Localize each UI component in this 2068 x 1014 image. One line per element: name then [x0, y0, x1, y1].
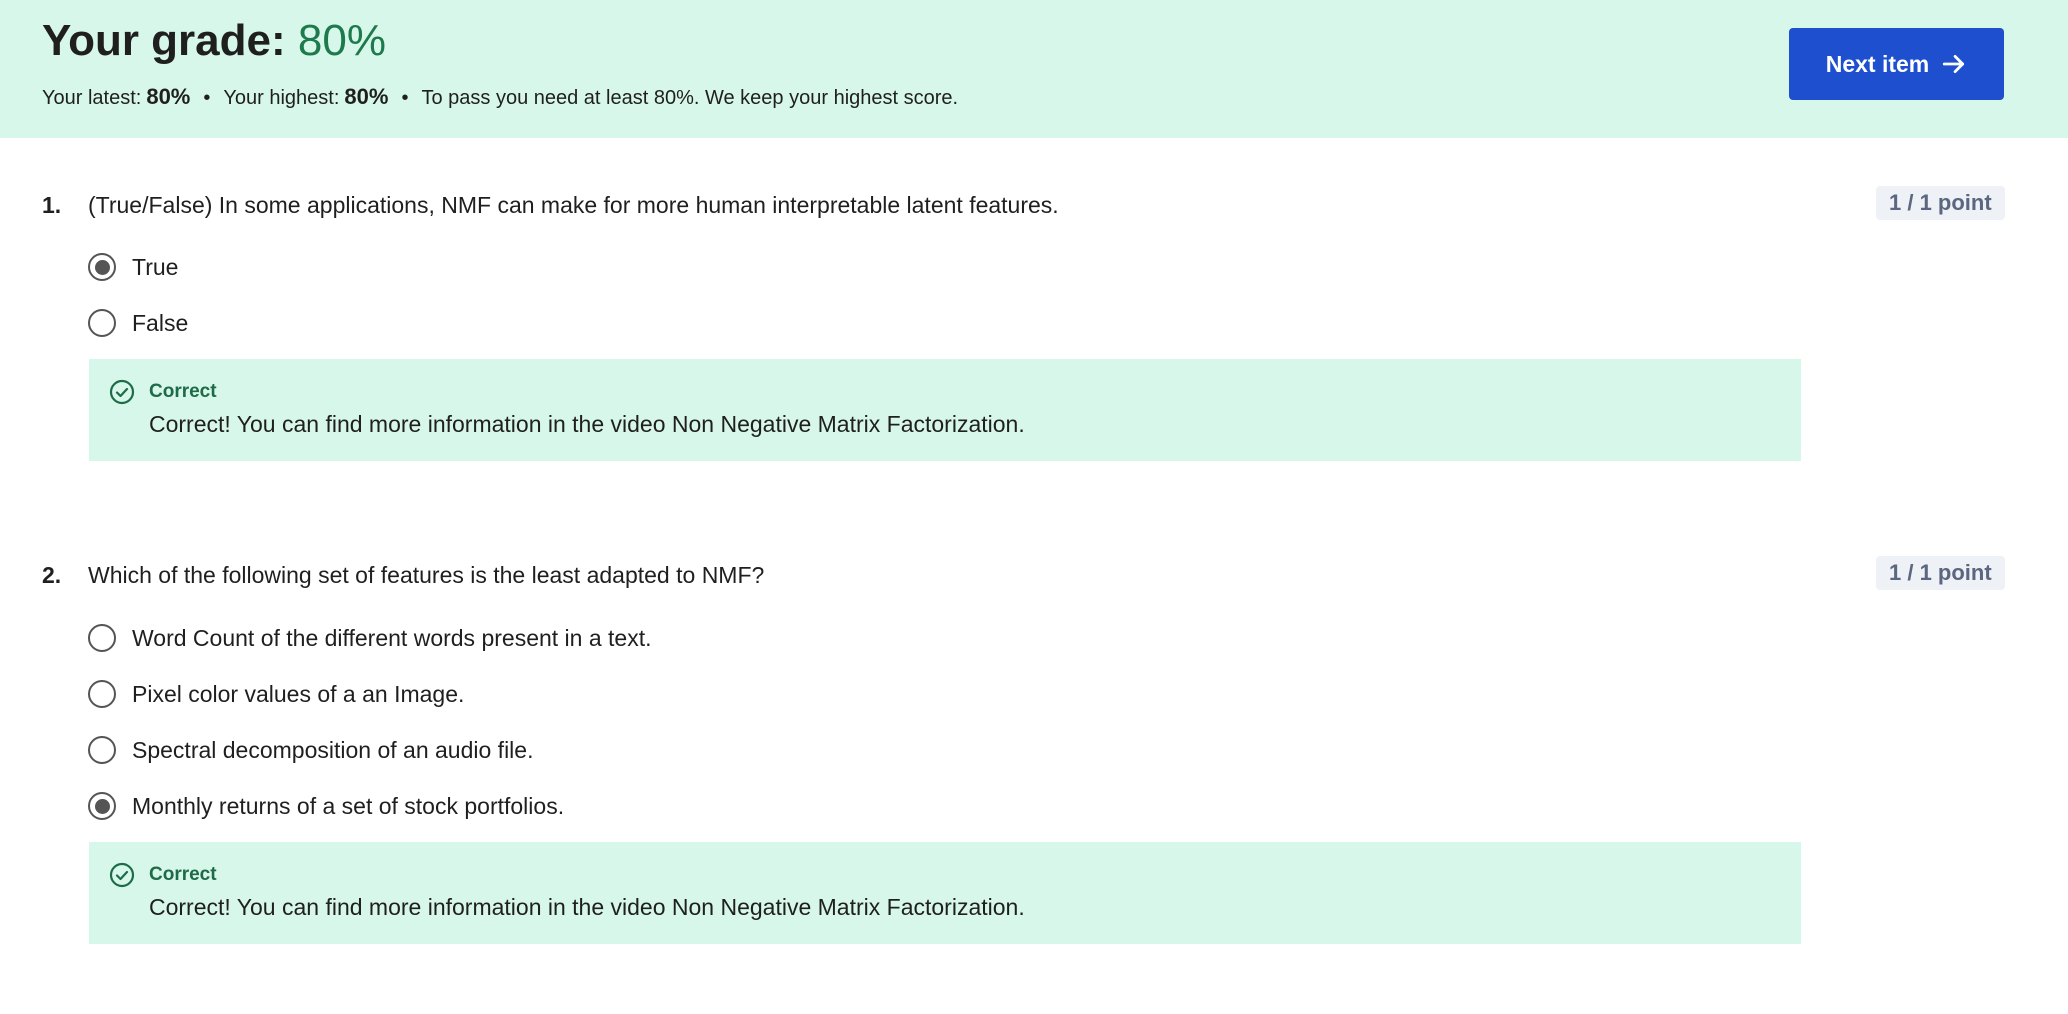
- latest-label: Your latest:: [42, 87, 142, 109]
- question-text: Which of the following set of features i…: [88, 562, 765, 588]
- option-word-count[interactable]: Word Count of the different words presen…: [88, 622, 652, 654]
- radio-button[interactable]: [88, 680, 116, 708]
- option-label: Pixel color values of a an Image.: [132, 680, 465, 707]
- highest-value: 80%: [344, 84, 389, 109]
- check-circle-icon: [109, 862, 135, 888]
- radio-button[interactable]: [88, 736, 116, 764]
- radio-button-selected[interactable]: [88, 253, 116, 281]
- option-label: True: [132, 253, 179, 280]
- highest-label: Your highest:: [223, 87, 340, 109]
- arrow-right-icon: [1943, 55, 1965, 73]
- option-false[interactable]: False: [88, 307, 188, 339]
- separator-dot: •: [401, 87, 409, 109]
- option-pixel-color[interactable]: Pixel color values of a an Image.: [88, 678, 464, 710]
- feedback-title: Correct: [149, 381, 217, 402]
- question-number: 2.: [42, 562, 62, 588]
- question-number: 1.: [42, 192, 62, 218]
- grade-value: 80%: [297, 16, 386, 65]
- grade-label: Your grade:: [42, 16, 286, 65]
- question-text: (True/False) In some applications, NMF c…: [88, 192, 1059, 218]
- feedback-text: Correct! You can find more information i…: [149, 411, 1025, 437]
- radio-button[interactable]: [88, 624, 116, 652]
- next-item-label: Next item: [1825, 50, 1930, 77]
- points-badge: 1 / 1 point: [1876, 186, 2005, 220]
- grade-title: Your grade: 80%: [42, 16, 386, 66]
- option-monthly-returns[interactable]: Monthly returns of a set of stock portfo…: [88, 790, 564, 822]
- radio-button-selected[interactable]: [88, 792, 116, 820]
- next-item-button[interactable]: Next item: [1789, 28, 2004, 100]
- pass-note: To pass you need at least 80%. We keep y…: [421, 87, 959, 109]
- option-label: Word Count of the different words presen…: [132, 624, 652, 651]
- points-badge: 1 / 1 point: [1876, 556, 2005, 590]
- option-label: Spectral decomposition of an audio file.: [132, 736, 534, 763]
- radio-button[interactable]: [88, 309, 116, 337]
- option-true[interactable]: True: [88, 251, 178, 283]
- check-circle-icon: [109, 379, 135, 405]
- latest-value: 80%: [146, 84, 191, 109]
- grade-banner: Your grade: 80% Your latest: 80% • Your …: [0, 0, 2068, 138]
- separator-dot: •: [203, 87, 211, 109]
- feedback-correct: Correct Correct! You can find more infor…: [89, 359, 1801, 461]
- option-label: False: [132, 309, 189, 336]
- option-label: Monthly returns of a set of stock portfo…: [132, 792, 565, 819]
- option-spectral[interactable]: Spectral decomposition of an audio file.: [88, 734, 533, 766]
- feedback-title: Correct: [149, 864, 217, 885]
- grade-summary: Your latest: 80% • Your highest: 80% • T…: [42, 84, 958, 110]
- feedback-text: Correct! You can find more information i…: [149, 894, 1025, 920]
- feedback-correct: Correct Correct! You can find more infor…: [89, 842, 1801, 944]
